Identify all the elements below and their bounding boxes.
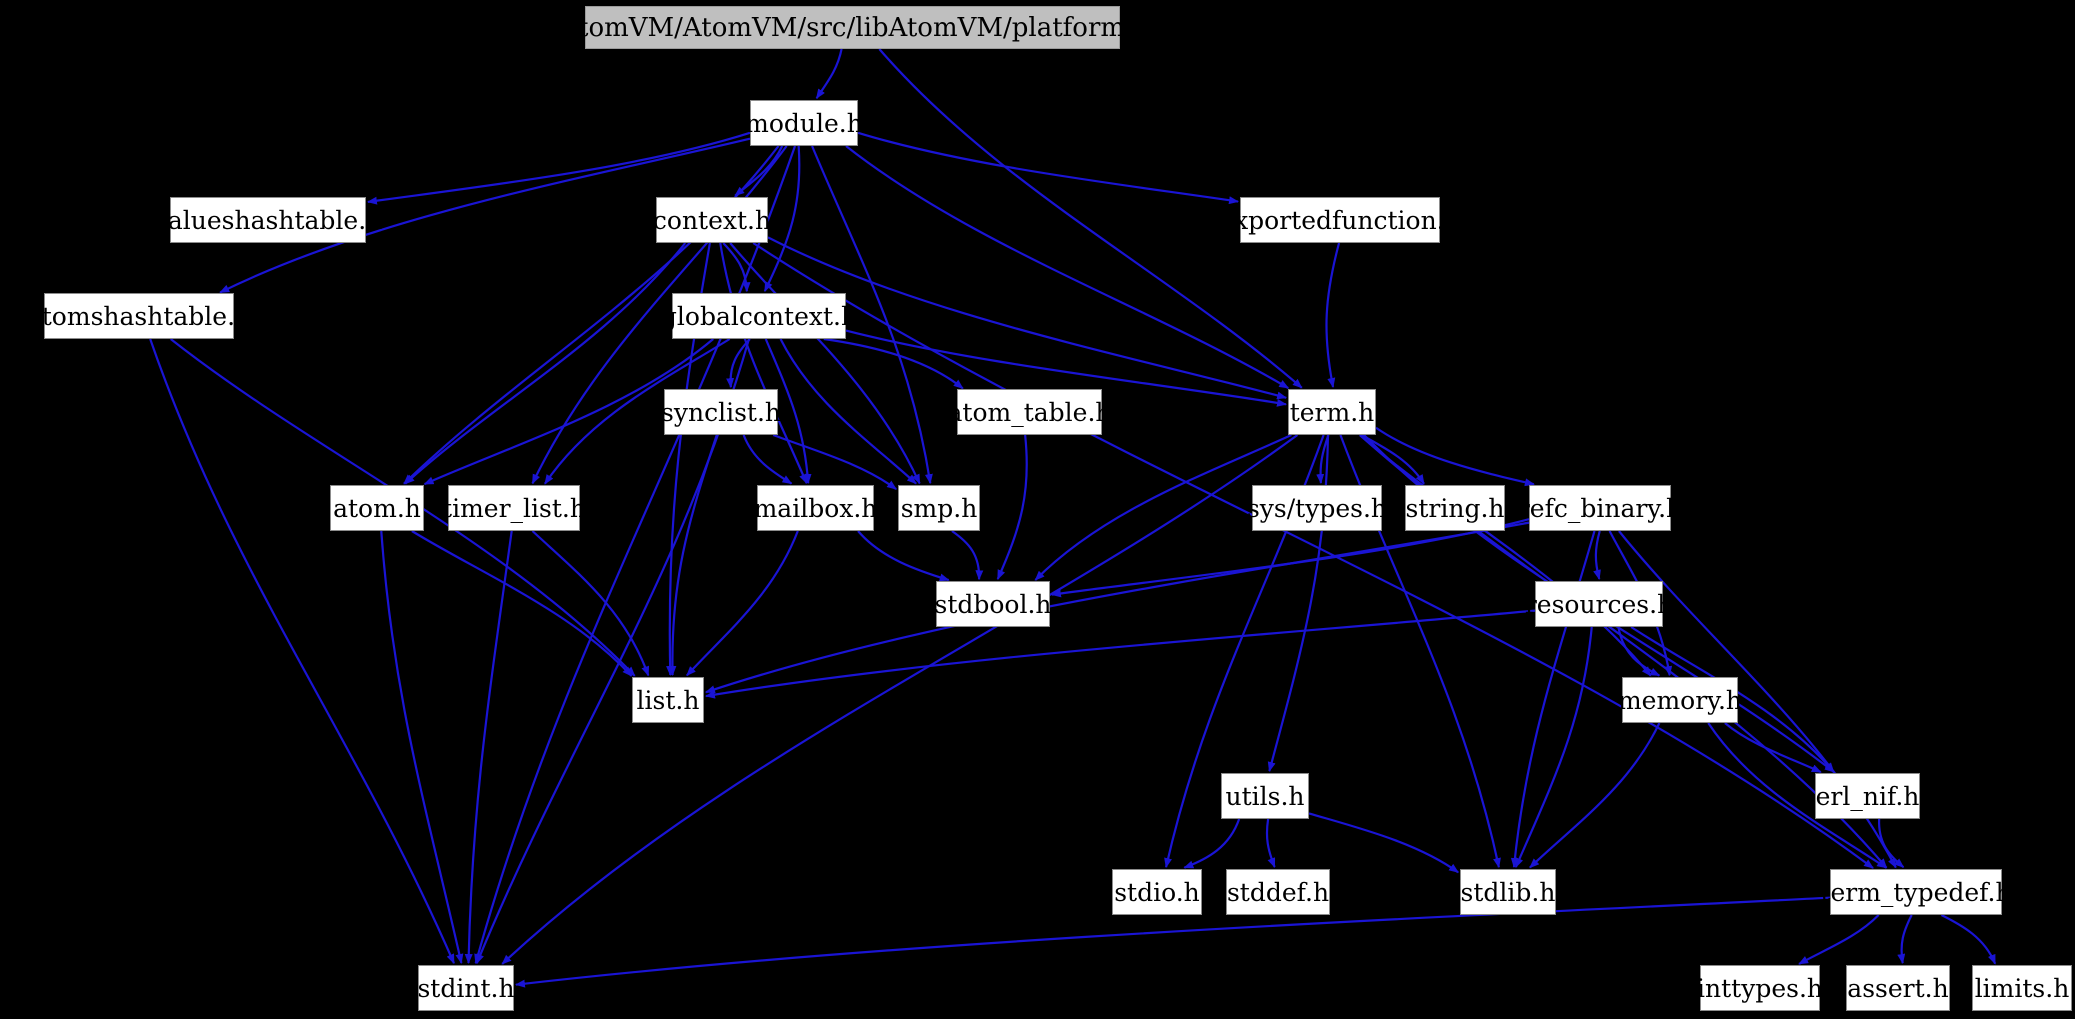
graph-edge-resources-to-list bbox=[705, 609, 1536, 699]
graph-node-module[interactable]: module.h bbox=[745, 100, 863, 146]
graph-edge-smp-to-stdbool bbox=[951, 530, 984, 581]
graph-edge-context-to-term_typedef bbox=[752, 242, 1874, 869]
graph-node-label: memory.h bbox=[1617, 685, 1743, 715]
graph-node-context[interactable]: context.h bbox=[652, 197, 772, 243]
graph-node-limits[interactable]: limits.h bbox=[1972, 965, 2072, 1011]
graph-node-label: term_typedef.h bbox=[1820, 877, 2012, 907]
graph-edge-term_typedef-to-limits bbox=[1940, 914, 1997, 965]
graph-node-term[interactable]: term.h bbox=[1288, 389, 1376, 435]
graph-edge-root-to-module bbox=[815, 48, 843, 100]
graph-node-list[interactable]: list.h bbox=[632, 677, 704, 723]
graph-edge-module-to-valueshashtable bbox=[366, 131, 751, 205]
graph-node-label: string.h bbox=[1405, 493, 1505, 523]
graph-node-label: synclist.h bbox=[661, 397, 781, 427]
graph-edge-atomshashtable-to-stdint bbox=[149, 338, 455, 965]
graph-node-atomshashtable[interactable]: atomshashtable.h bbox=[27, 293, 251, 339]
graph-edge-timer_list-to-list bbox=[531, 530, 650, 677]
graph-node-stddef[interactable]: stddef.h bbox=[1226, 869, 1330, 915]
graph-edge-module-to-stdint bbox=[474, 145, 797, 965]
graph-node-label: sys/types.h bbox=[1246, 493, 1388, 523]
graph-node-label: stddef.h bbox=[1226, 877, 1330, 907]
graph-node-mailbox[interactable]: mailbox.h bbox=[754, 485, 877, 531]
graph-node-string[interactable]: string.h bbox=[1405, 485, 1505, 531]
graph-node-label: smp.h bbox=[900, 493, 978, 523]
graph-edge-synclist-to-smp bbox=[772, 433, 897, 491]
graph-edge-synclist-to-list bbox=[668, 434, 718, 677]
graph-node-root[interactable]: /__w/AtomVM/AtomVM/src/libAtomVM/platfor… bbox=[494, 6, 1211, 49]
graph-node-label: assert.h bbox=[1847, 973, 1949, 1003]
graph-node-label: stdint.h bbox=[417, 973, 515, 1003]
graph-edge-utils-to-stddef bbox=[1265, 818, 1276, 868]
graph-node-label: valueshashtable.h bbox=[153, 205, 383, 235]
graph-node-memory[interactable]: memory.h bbox=[1618, 677, 1742, 723]
graph-edge-mailbox-to-list bbox=[686, 530, 799, 677]
graph-edge-term_typedef-to-assert bbox=[1897, 914, 1913, 965]
graph-node-label: /__w/AtomVM/AtomVM/src/libAtomVM/platfor… bbox=[493, 12, 1212, 43]
graph-edge-globalcontext-to-atom_table bbox=[823, 337, 964, 390]
graph-node-inttypes[interactable]: inttypes.h bbox=[1697, 965, 1823, 1011]
graph-node-label: mailbox.h bbox=[753, 493, 878, 523]
graph-node-label: module.h bbox=[745, 108, 863, 138]
graph-edge-atom_table-to-stdbool bbox=[996, 434, 1028, 580]
graph-node-label: atom.h bbox=[333, 493, 421, 523]
graph-node-erl_nif[interactable]: erl_nif.h bbox=[1815, 773, 1920, 819]
graph-node-resources[interactable]: resources.h bbox=[1525, 581, 1673, 627]
graph-node-label: stdlib.h bbox=[1460, 877, 1556, 907]
graph-node-label: atom_table.h bbox=[947, 397, 1112, 427]
graph-node-stdio[interactable]: stdio.h bbox=[1112, 869, 1202, 915]
graph-node-utils[interactable]: utils.h bbox=[1221, 773, 1309, 819]
graph-node-stdbool[interactable]: stdbool.h bbox=[934, 581, 1052, 627]
graph-node-label: stdbool.h bbox=[934, 589, 1052, 619]
graph-edge-module-to-exportedfunction bbox=[857, 131, 1240, 205]
graph-node-timer_list[interactable]: timer_list.h bbox=[442, 485, 586, 531]
graph-node-label: resources.h bbox=[1524, 589, 1674, 619]
graph-node-stdlib[interactable]: stdlib.h bbox=[1460, 869, 1556, 915]
graph-node-label: context.h bbox=[652, 205, 772, 235]
graph-node-label: term.h bbox=[1289, 397, 1375, 427]
graph-edge-atom-to-stdint bbox=[380, 530, 464, 965]
graph-edge-atom-to-list bbox=[411, 530, 633, 677]
graph-edge-resources-to-stdlib bbox=[1514, 626, 1593, 869]
graph-edge-resources-to-memory bbox=[1617, 626, 1661, 677]
graph-edge-utils-to-stdio bbox=[1183, 818, 1241, 869]
graph-edge-term_typedef-to-inttypes bbox=[1798, 914, 1880, 965]
graph-node-valueshashtable[interactable]: valueshashtable.h bbox=[154, 197, 382, 243]
graph-node-smp[interactable]: smp.h bbox=[898, 485, 980, 531]
graph-edge-synclist-to-mailbox bbox=[742, 434, 793, 485]
edge-layer bbox=[149, 48, 1997, 988]
graph-edge-refc_binary-to-list bbox=[705, 521, 1530, 694]
graph-edge-mailbox-to-stdbool bbox=[857, 530, 950, 582]
graph-node-label: limits.h bbox=[1974, 973, 2070, 1003]
graph-node-label: exportedfunction.h bbox=[1219, 205, 1461, 235]
graph-node-label: inttypes.h bbox=[1697, 973, 1823, 1003]
graph-edge-memory-to-erl_nif bbox=[1724, 722, 1822, 774]
graph-node-globalcontext[interactable]: globalcontext.h bbox=[661, 293, 857, 339]
graph-node-label: globalcontext.h bbox=[660, 301, 858, 331]
dependency-graph-canvas: /__w/AtomVM/AtomVM/src/libAtomVM/platfor… bbox=[0, 0, 2075, 1019]
graph-node-systypes[interactable]: sys/types.h bbox=[1247, 485, 1387, 531]
graph-node-label: list.h bbox=[636, 685, 700, 715]
graph-edge-memory-to-stdlib bbox=[1529, 722, 1661, 869]
graph-node-label: stdio.h bbox=[1114, 877, 1200, 907]
graph-edge-exportedfunction-to-term bbox=[1325, 242, 1341, 388]
graph-edge-term-to-refc_binary bbox=[1375, 426, 1535, 487]
graph-edge-utils-to-stdlib bbox=[1308, 812, 1459, 874]
graph-node-stdint[interactable]: stdint.h bbox=[417, 965, 515, 1011]
graph-node-atom[interactable]: atom.h bbox=[330, 485, 424, 531]
graph-node-label: timer_list.h bbox=[442, 493, 586, 523]
graph-node-label: utils.h bbox=[1225, 781, 1305, 811]
graph-node-synclist[interactable]: synclist.h bbox=[661, 389, 781, 435]
graph-node-label: refc_binary.h bbox=[1517, 493, 1683, 523]
graph-edge-module-to-term bbox=[845, 145, 1290, 389]
graph-edge-refc_binary-to-resources bbox=[1593, 530, 1601, 580]
graph-node-exportedfunction[interactable]: exportedfunction.h bbox=[1219, 197, 1461, 243]
graph-node-label: atomshashtable.h bbox=[26, 301, 252, 331]
graph-edge-context-to-smp bbox=[729, 242, 921, 485]
graph-node-assert[interactable]: assert.h bbox=[1846, 965, 1950, 1011]
graph-node-label: erl_nif.h bbox=[1815, 781, 1920, 811]
graph-node-atom_table[interactable]: atom_table.h bbox=[948, 389, 1112, 435]
graph-node-term_typedef[interactable]: term_typedef.h bbox=[1820, 869, 2012, 915]
graph-node-refc_binary[interactable]: refc_binary.h bbox=[1518, 485, 1682, 531]
